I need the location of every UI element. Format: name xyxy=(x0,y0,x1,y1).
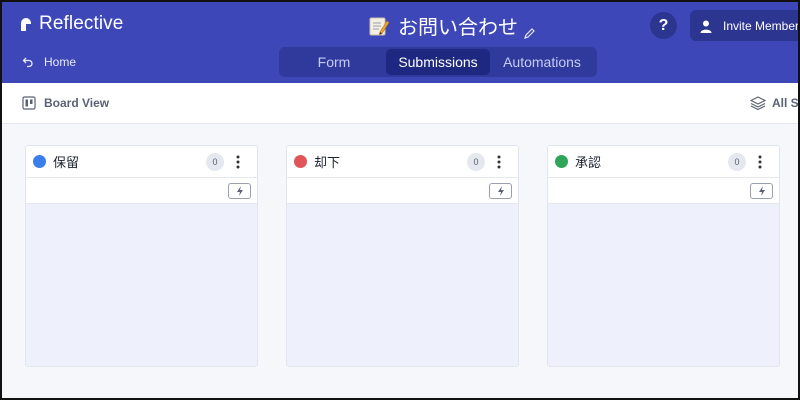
more-vertical-icon[interactable] xyxy=(235,154,241,170)
lightning-icon xyxy=(758,186,765,196)
tab-form-label: Form xyxy=(317,54,351,70)
board-toolbar: Board View All Su xyxy=(2,83,799,124)
logo-icon xyxy=(19,17,33,31)
memo-icon xyxy=(368,15,390,37)
page-title: お問い合わせ xyxy=(398,15,518,39)
pencil-icon[interactable] xyxy=(524,20,535,39)
invite-label: Invite Members xyxy=(723,18,800,33)
column-actions xyxy=(287,178,518,204)
count-badge: 0 xyxy=(467,153,485,171)
status-dot xyxy=(555,155,568,168)
automation-button[interactable] xyxy=(228,183,251,199)
column-actions xyxy=(548,178,779,204)
tab-submissions[interactable]: Submissions xyxy=(386,49,490,75)
automation-button[interactable] xyxy=(489,183,512,199)
column-header: 保留 0 xyxy=(26,146,257,178)
layers-icon xyxy=(749,95,767,111)
lightning-icon xyxy=(497,186,504,196)
board-icon xyxy=(22,96,36,110)
top-header: Reflective お問い合わせ ? Invite Members Home … xyxy=(2,2,800,83)
status-dot xyxy=(33,155,46,168)
count-badge: 0 xyxy=(728,153,746,171)
more-vertical-icon[interactable] xyxy=(757,154,763,170)
board-column: 保留 0 xyxy=(25,145,258,367)
automation-button[interactable] xyxy=(750,183,773,199)
column-title: 保留 xyxy=(53,156,80,171)
board-view-toggle[interactable]: Board View xyxy=(22,96,109,110)
help-button[interactable]: ? xyxy=(650,12,677,39)
board-column: 承認 0 xyxy=(547,145,780,367)
column-actions xyxy=(26,178,257,204)
column-title: 承認 xyxy=(575,156,602,171)
count-badge: 0 xyxy=(206,153,224,171)
app-logo[interactable]: Reflective xyxy=(19,13,123,35)
help-label: ? xyxy=(658,16,669,34)
column-title: 却下 xyxy=(314,156,341,171)
column-header: 却下 0 xyxy=(287,146,518,178)
tab-submissions-label: Submissions xyxy=(398,54,478,70)
home-label: Home xyxy=(44,55,77,69)
page-title-area[interactable]: お問い合わせ xyxy=(368,11,535,40)
lightning-icon xyxy=(236,186,243,196)
view-tabs: Form Submissions Automations xyxy=(279,47,597,77)
invite-members-button[interactable]: Invite Members xyxy=(690,10,800,41)
back-arrow-icon xyxy=(22,56,34,68)
column-header: 承認 0 xyxy=(548,146,779,178)
user-icon xyxy=(699,19,713,33)
home-link[interactable]: Home xyxy=(22,55,76,69)
status-dot xyxy=(294,155,307,168)
app-frame: Reflective お問い合わせ ? Invite Members Home … xyxy=(0,0,800,400)
more-vertical-icon[interactable] xyxy=(496,154,502,170)
board-view-label: Board View xyxy=(44,96,110,110)
tab-automations[interactable]: Automations xyxy=(490,49,594,75)
board-column: 却下 0 xyxy=(286,145,519,367)
tab-form[interactable]: Form xyxy=(282,49,386,75)
tab-automations-label: Automations xyxy=(503,54,581,70)
all-submissions-filter[interactable]: All Su xyxy=(749,95,799,111)
app-name: Reflective xyxy=(39,13,124,34)
filter-label: All Su xyxy=(772,96,799,110)
